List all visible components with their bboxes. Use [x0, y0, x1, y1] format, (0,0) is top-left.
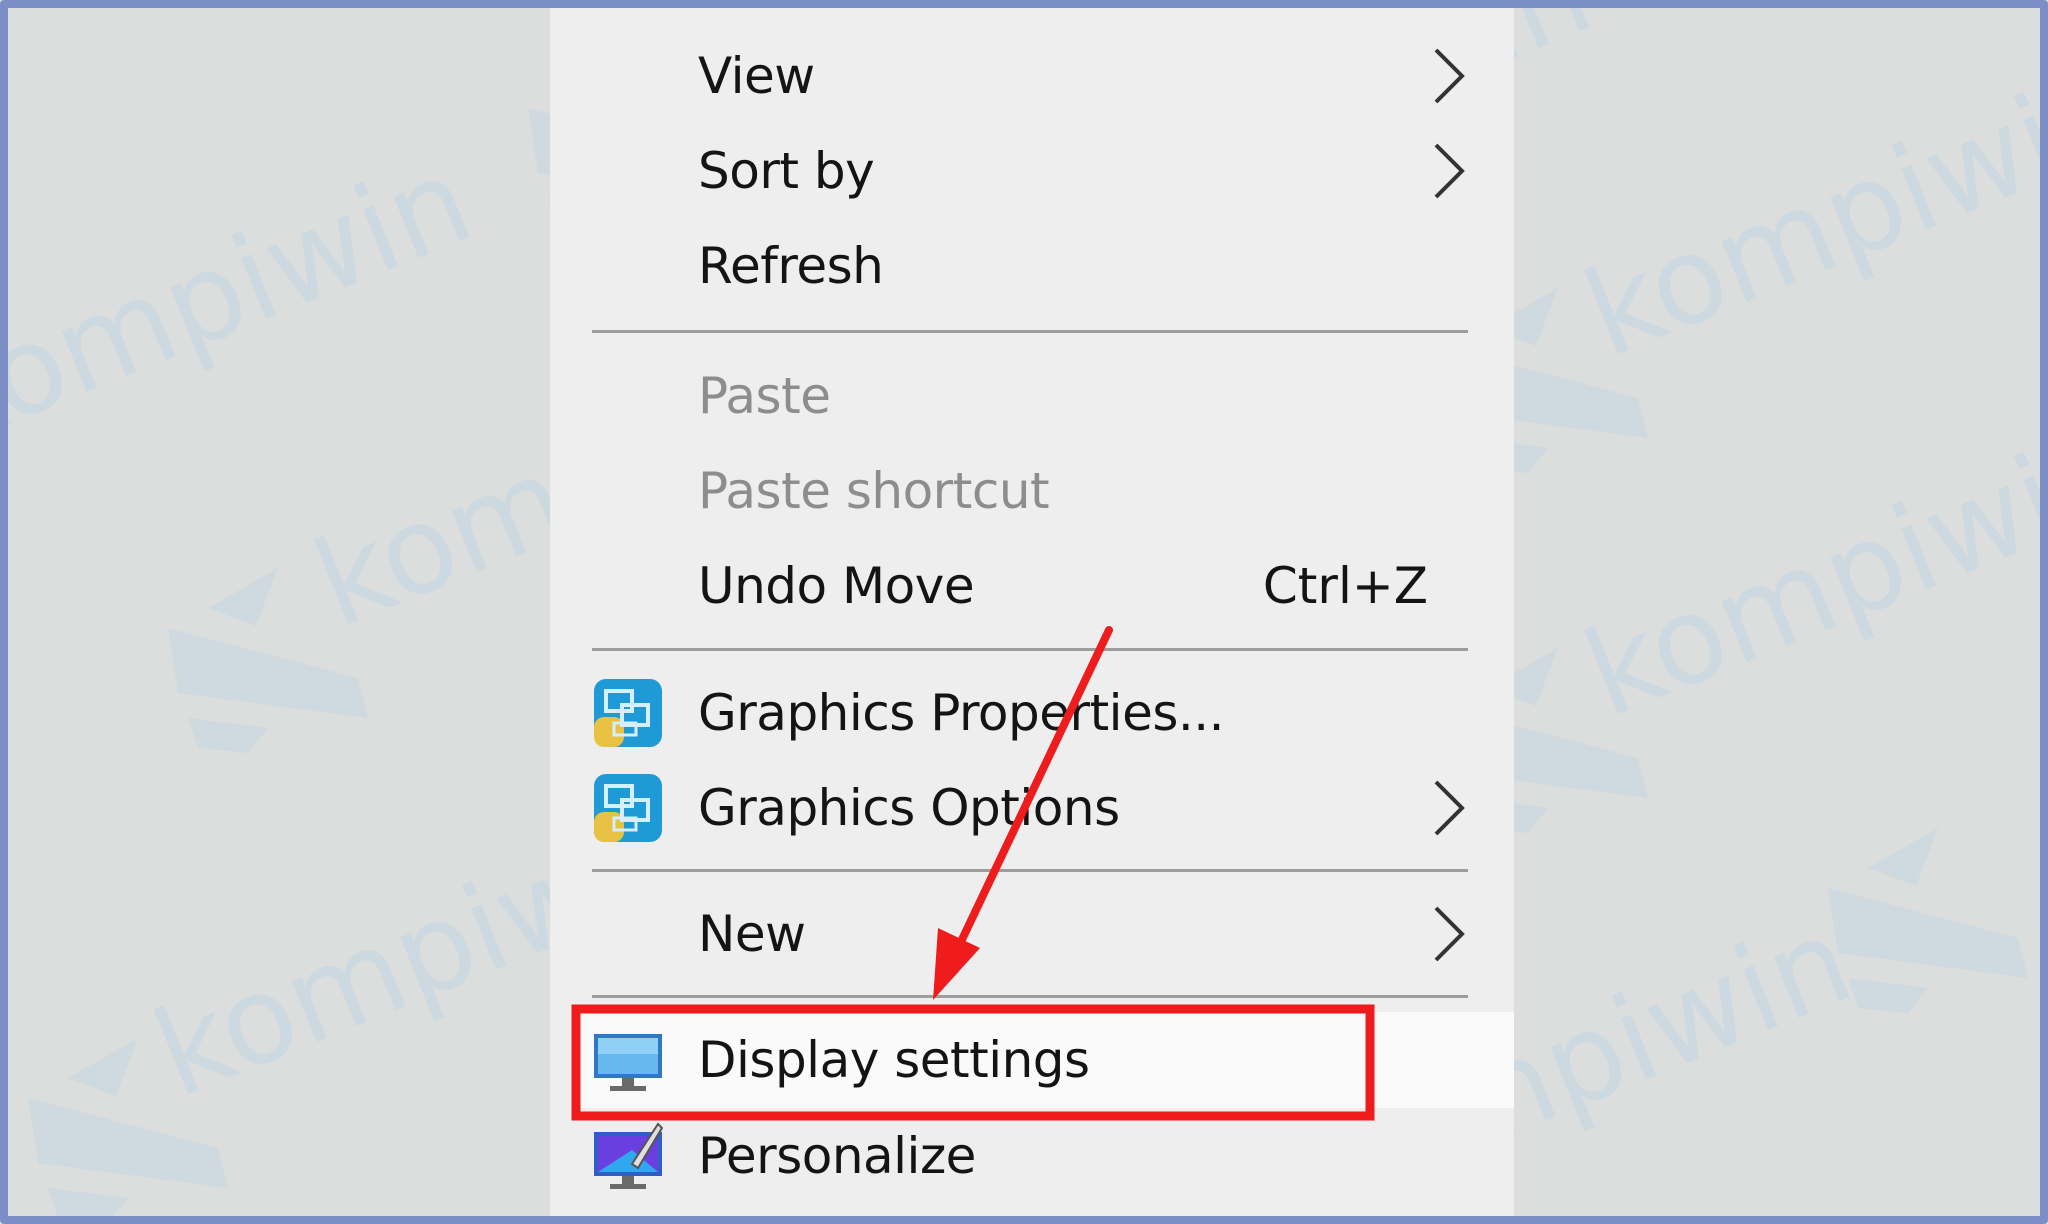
- menu-item-label: Graphics Properties...: [698, 684, 1225, 742]
- menu-separator: [592, 648, 1468, 651]
- menu-separator: [592, 330, 1468, 333]
- menu-item-label: Personalize: [698, 1127, 976, 1185]
- menu-item-label: Refresh: [698, 237, 884, 295]
- menu-item-graphics-properties[interactable]: Graphics Properties...: [550, 665, 1514, 761]
- menu-item-label: Paste: [698, 367, 831, 425]
- chevron-right-icon: [1434, 48, 1465, 104]
- menu-item-graphics-options[interactable]: Graphics Options: [550, 760, 1514, 856]
- menu-item-label: Sort by: [698, 142, 875, 200]
- desktop-context-menu: View Sort by Refresh Paste Paste shortcu…: [550, 8, 1514, 1216]
- menu-item-refresh[interactable]: Refresh: [550, 218, 1514, 314]
- menu-item-label: New: [698, 905, 806, 963]
- display-monitor-icon: [594, 1034, 662, 1091]
- menu-item-label: Paste shortcut: [698, 462, 1050, 520]
- chevron-right-icon: [1434, 143, 1465, 199]
- menu-item-view[interactable]: View: [550, 28, 1514, 124]
- graphics-properties-icon: [594, 679, 662, 747]
- watermark-text: kompiwin: [8, 132, 490, 475]
- menu-item-label: Display settings: [698, 1031, 1090, 1089]
- menu-separator: [592, 995, 1468, 998]
- watermark-text: kompiwin: [1567, 402, 2048, 745]
- menu-item-label: Undo Move: [698, 557, 975, 615]
- menu-item-shortcut: Ctrl+Z: [1262, 557, 1428, 615]
- chevron-right-icon: [1434, 780, 1465, 836]
- menu-item-paste: Paste: [550, 348, 1514, 444]
- menu-separator: [592, 869, 1468, 872]
- menu-item-display-settings[interactable]: Display settings: [572, 1012, 1514, 1108]
- watermark-text: kompiwin: [1567, 42, 2048, 385]
- menu-item-sort-by[interactable]: Sort by: [550, 123, 1514, 219]
- personalize-icon: [594, 1122, 664, 1189]
- menu-item-new[interactable]: New: [550, 886, 1514, 982]
- menu-item-personalize[interactable]: Personalize: [550, 1108, 1514, 1204]
- menu-item-paste-shortcut: Paste shortcut: [550, 443, 1514, 539]
- chevron-right-icon: [1434, 906, 1465, 962]
- screenshot-frame: kompiwin kompiwin kompiwin kompiwin komp…: [0, 0, 2048, 1224]
- graphics-options-icon: [594, 774, 662, 842]
- menu-item-label: View: [698, 47, 815, 105]
- menu-item-undo-move[interactable]: Undo Move Ctrl+Z: [550, 538, 1514, 634]
- menu-item-label: Graphics Options: [698, 779, 1120, 837]
